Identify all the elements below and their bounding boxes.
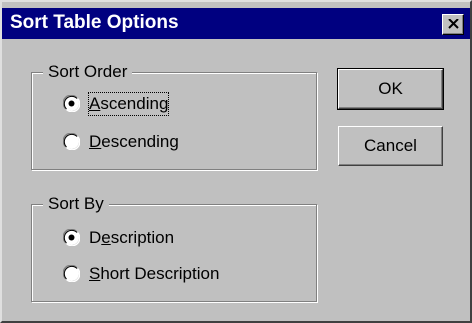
sort-table-options-dialog: Sort Table Options Sort Order Ascending	[0, 0, 472, 323]
ok-button-label: OK	[378, 79, 403, 98]
close-icon	[448, 19, 459, 29]
window-title: Sort Table Options	[10, 12, 179, 33]
close-button[interactable]	[442, 14, 464, 35]
sort-order-label: Sort Order	[43, 62, 133, 82]
ok-button[interactable]: OK	[337, 68, 444, 110]
short-description-rest: hort Description	[100, 264, 220, 283]
radio-selected-icon[interactable]	[63, 229, 80, 246]
short-description-label: Short Description	[89, 263, 219, 285]
description-accel: e	[101, 228, 111, 247]
ascending-accel: A	[89, 94, 101, 113]
ascending-rest: scending	[100, 94, 169, 113]
description-prefix: D	[89, 228, 102, 247]
short-description-accel: S	[89, 264, 101, 283]
descending-label: Descending	[89, 131, 179, 153]
sort-by-group: Sort By Description Short Description	[31, 194, 317, 302]
cancel-button-label: Cancel	[364, 136, 417, 155]
title-bar[interactable]: Sort Table Options	[2, 8, 470, 39]
radio-unselected-icon[interactable]	[63, 133, 80, 150]
ascending-label: Ascending	[87, 92, 170, 116]
sort-by-label: Sort By	[43, 194, 109, 214]
radio-selected-icon[interactable]	[63, 95, 80, 112]
cancel-button[interactable]: Cancel	[338, 126, 443, 166]
description-rest: scription	[110, 228, 175, 247]
description-label: Description	[89, 227, 174, 249]
sort-order-group: Sort Order Ascending Descending	[31, 62, 317, 170]
radio-unselected-icon[interactable]	[63, 265, 80, 282]
descending-accel: D	[89, 132, 102, 151]
descending-rest: escending	[101, 132, 179, 151]
